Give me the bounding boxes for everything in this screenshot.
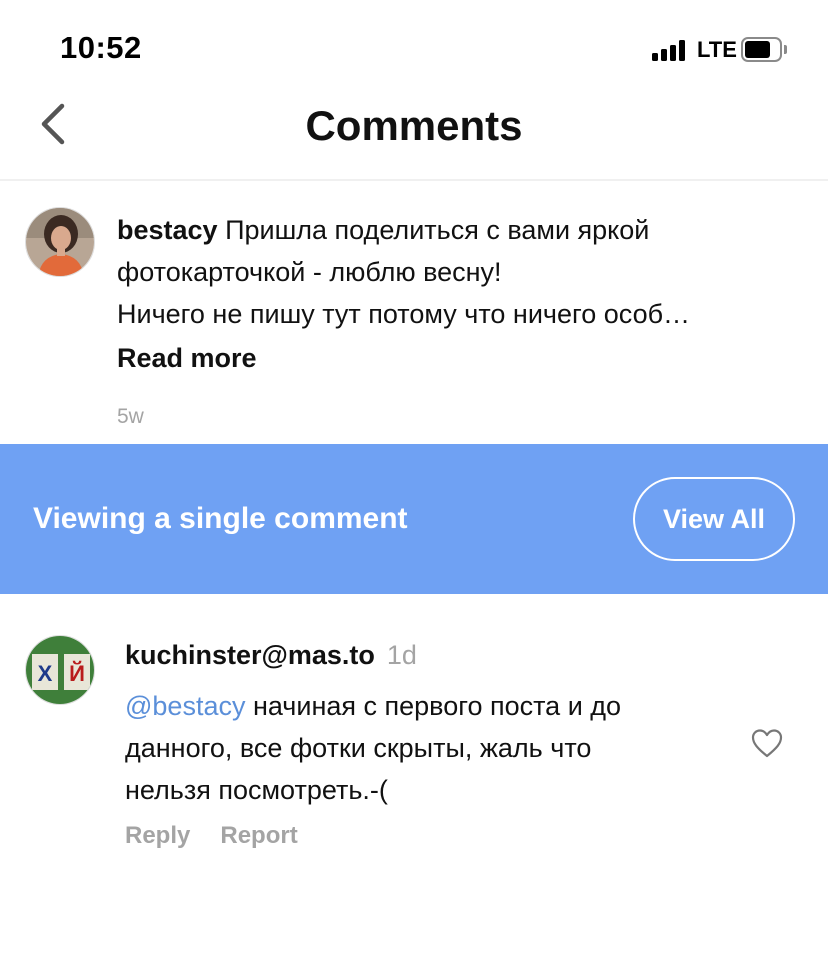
post-timestamp: 5w xyxy=(117,405,144,428)
original-post: bestacy Пришла поделиться с вами яркой ф… xyxy=(0,183,828,444)
view-all-button[interactable]: View All xyxy=(633,477,795,561)
comment-text: @bestacy начиная с первого поста и до да… xyxy=(125,685,725,811)
single-comment-banner: Viewing a single comment View All xyxy=(0,444,828,594)
post-text-line3: Ничего не пишу тут потому что ничего осо… xyxy=(117,299,691,329)
avatar[interactable]: Х Й xyxy=(25,635,95,705)
comment-header: kuchinster@mas.to 1d xyxy=(125,640,417,671)
read-more-link[interactable]: Read more xyxy=(117,343,257,374)
avatar[interactable] xyxy=(25,207,95,277)
mention-link[interactable]: @bestacy xyxy=(125,691,245,721)
cellular-signal-icon xyxy=(652,39,690,61)
battery-icon xyxy=(741,37,787,62)
banner-text: Viewing a single comment xyxy=(33,502,408,535)
network-type: LTE xyxy=(697,37,737,62)
status-time: 10:52 xyxy=(60,30,142,65)
post-text-line2: фотокарточкой - люблю весну! xyxy=(117,257,502,287)
reply-button[interactable]: Reply xyxy=(125,822,190,849)
svg-text:Х: Х xyxy=(38,661,53,686)
comment-username[interactable]: kuchinster@mas.to xyxy=(125,640,375,670)
report-button[interactable]: Report xyxy=(220,822,297,849)
post-username[interactable]: bestacy xyxy=(117,215,218,245)
comment-text-line2: данного, все фотки скрыты, жаль что xyxy=(125,733,592,763)
comment-text-line1: начиная с первого поста и до xyxy=(245,691,622,721)
comment: Х Й kuchinster@mas.to 1d @bestacy начиная… xyxy=(0,594,828,894)
heart-icon xyxy=(751,729,783,758)
back-button[interactable] xyxy=(32,102,76,146)
chevron-left-icon xyxy=(41,103,65,145)
post-text: bestacy Пришла поделиться с вами яркой ф… xyxy=(117,209,767,335)
like-button[interactable] xyxy=(751,728,783,760)
post-text-line1: Пришла поделиться с вами яркой xyxy=(217,215,650,245)
nav-bar: Comments xyxy=(0,90,828,181)
comment-actions: Reply Report xyxy=(125,822,328,850)
comment-timestamp: 1d xyxy=(386,640,417,670)
comment-text-line3: нельзя посмотреть.-( xyxy=(125,775,388,805)
status-bar: 10:52 LTE xyxy=(0,0,828,90)
page-title: Comments xyxy=(305,102,523,149)
svg-text:Й: Й xyxy=(69,661,85,686)
